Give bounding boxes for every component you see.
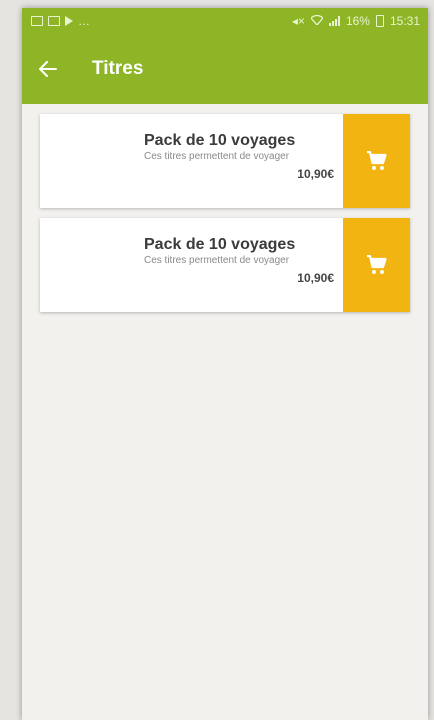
- back-button[interactable]: [22, 34, 74, 104]
- status-bar: … ◂× 16% 15:31: [22, 8, 428, 34]
- more-dots-icon: …: [78, 14, 91, 28]
- product-price: 10,90€: [297, 167, 334, 181]
- product-info: Pack de 10 voyages Ces titres permettent…: [144, 132, 334, 181]
- add-to-cart-button[interactable]: [343, 218, 410, 312]
- mail-icon: [48, 16, 60, 26]
- cart-icon: [366, 151, 387, 170]
- battery-icon: [375, 15, 384, 27]
- product-card[interactable]: Pack de 10 voyages Ces titres permettent…: [40, 218, 410, 312]
- notification-icons: …: [22, 14, 91, 28]
- phone-screen: … ◂× 16% 15:31 Titres Pack de 10 voyages…: [22, 8, 428, 720]
- product-price: 10,90€: [297, 271, 334, 285]
- mute-icon: ◂×: [291, 14, 305, 28]
- product-info: Pack de 10 voyages Ces titres permettent…: [144, 236, 334, 285]
- product-description: Ces titres permettent de voyager: [144, 255, 290, 266]
- app-bar: Titres: [22, 34, 428, 104]
- cart-icon: [366, 255, 387, 274]
- image-icon: [31, 16, 43, 26]
- product-name: Pack de 10 voyages: [144, 236, 296, 253]
- product-description: Ces titres permettent de voyager: [144, 151, 290, 162]
- play-icon: [65, 16, 73, 26]
- status-time: 15:31: [389, 14, 420, 28]
- signal-icon: [328, 16, 340, 26]
- arrow-left-icon: [39, 61, 57, 77]
- wifi-icon: [310, 14, 324, 28]
- product-card[interactable]: Pack de 10 voyages Ces titres permettent…: [40, 114, 410, 208]
- system-icons: ◂× 16% 15:31: [292, 14, 428, 28]
- product-name: Pack de 10 voyages: [144, 132, 296, 149]
- battery-percent: 16%: [345, 14, 370, 28]
- page-title: Titres: [92, 58, 144, 79]
- add-to-cart-button[interactable]: [343, 114, 410, 208]
